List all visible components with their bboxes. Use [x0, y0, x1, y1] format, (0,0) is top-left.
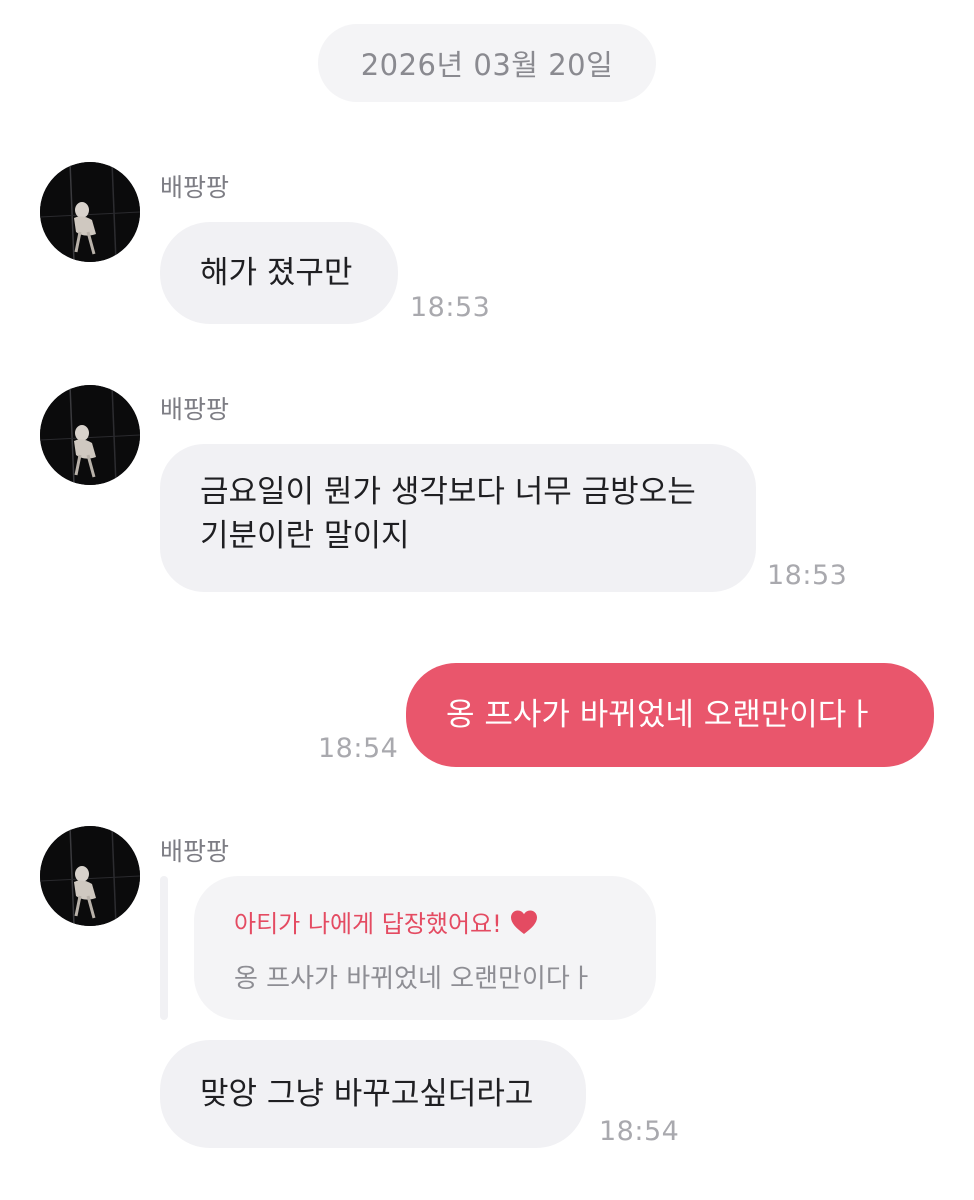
date-divider: 2026년 03월 20일	[318, 24, 656, 102]
sender-name: 배팡팡	[160, 173, 230, 202]
reply-preview-card[interactable]: 아티가 나에게 답장했어요! 옹 프사가 바뀌었네 오랜만이다ㅏ	[194, 876, 656, 1020]
sender-name: 배팡팡	[160, 395, 230, 424]
avatar-photo	[40, 385, 140, 485]
avatar[interactable]	[40, 162, 140, 262]
message-time: 18:53	[767, 560, 848, 591]
message-time: 18:54	[599, 1116, 680, 1147]
avatar[interactable]	[40, 385, 140, 485]
reply-header-text: 아티가 나에게 답장했어요!	[234, 910, 502, 938]
outgoing-message-bubble[interactable]: 옹 프사가 바뀌었네 오랜만이다ㅏ	[406, 663, 934, 767]
avatar-photo	[40, 162, 140, 262]
reply-header: 아티가 나에게 답장했어요!	[234, 904, 538, 939]
reply-indicator-bar	[160, 876, 168, 1020]
message-bubble[interactable]: 맞앙 그냥 바꾸고싶더라고	[160, 1040, 586, 1148]
message-text: 해가 졌구만	[200, 255, 353, 291]
message-text: 맞앙 그냥 바꾸고싶더라고	[200, 1076, 534, 1112]
message-time: 18:54	[318, 733, 399, 764]
message-text: 옹 프사가 바뀌었네 오랜만이다ㅏ	[446, 697, 875, 733]
message-text: 금요일이 뭔가 생각보다 너무 금방오는 기분이란 말이지	[200, 474, 696, 554]
sender-name: 배팡팡	[160, 837, 230, 866]
message-bubble[interactable]: 해가 졌구만	[160, 222, 398, 324]
message-time: 18:53	[410, 292, 491, 323]
avatar-photo	[40, 826, 140, 926]
reply-quoted-text: 옹 프사가 바뀌었네 오랜만이다ㅏ	[234, 964, 594, 994]
heart-icon	[510, 910, 537, 934]
message-bubble[interactable]: 금요일이 뭔가 생각보다 너무 금방오는 기분이란 말이지	[160, 444, 756, 592]
avatar[interactable]	[40, 826, 140, 926]
